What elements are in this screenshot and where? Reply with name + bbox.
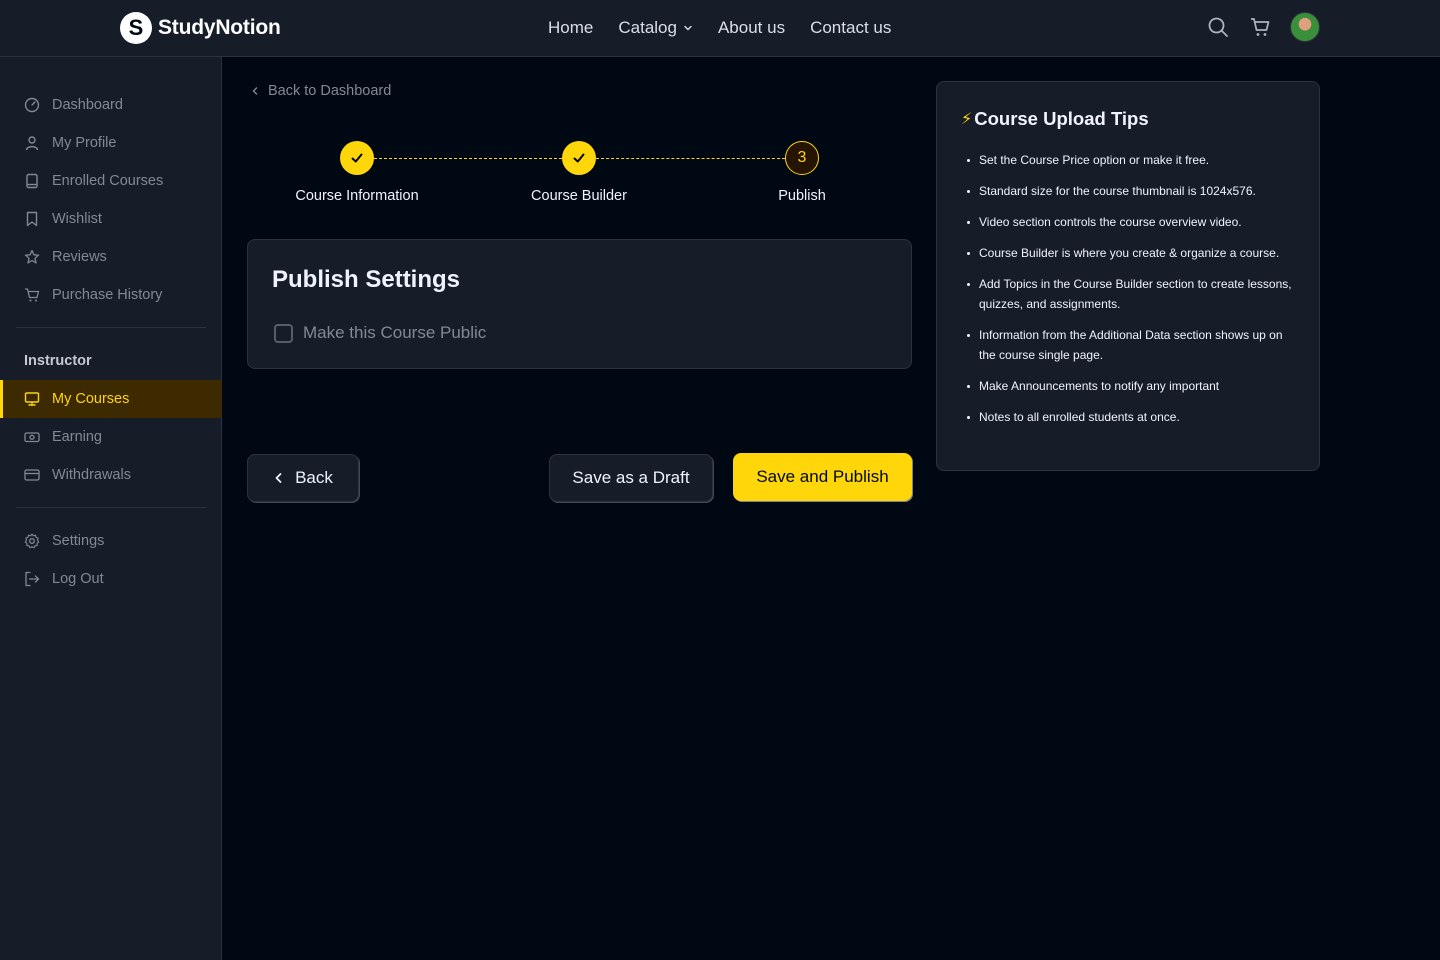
sidebar-item-label: My Profile (52, 135, 117, 151)
check-icon (351, 153, 363, 163)
step-label-course-information: Course Information (295, 188, 419, 204)
sidebar-item-label: Wishlist (52, 211, 102, 227)
monitor-icon (24, 391, 40, 407)
chevron-left-icon (275, 473, 282, 483)
sidebar-item-label: Withdrawals (52, 467, 131, 483)
chevron-left-icon (252, 87, 258, 95)
check-icon (573, 153, 585, 163)
back-to-dashboard-link[interactable]: Back to Dashboard (250, 83, 391, 99)
nav-catalog-label: Catalog (618, 18, 677, 37)
main-nav: Home Catalog About us Contact us (548, 18, 891, 38)
back-button-label: Back (295, 468, 333, 487)
make-public-label: Make this Course Public (303, 323, 487, 342)
cart-icon[interactable] (1248, 15, 1272, 39)
sidebar-item-label: Earning (52, 429, 102, 445)
gear-icon (24, 533, 40, 549)
user-icon (24, 135, 40, 151)
sidebar-item-reviews[interactable]: Reviews (0, 238, 222, 276)
nav-about[interactable]: About us (718, 18, 785, 38)
tip-item: Video section controls the course overvi… (967, 212, 1297, 232)
sidebar-item-dashboard[interactable]: Dashboard (0, 86, 222, 124)
sidebar-divider (16, 327, 206, 328)
gauge-icon (24, 97, 40, 113)
search-icon[interactable] (1206, 15, 1230, 39)
back-button[interactable]: Back (247, 454, 359, 502)
save-publish-label: Save and Publish (756, 467, 889, 486)
save-draft-label: Save as a Draft (572, 468, 690, 487)
save-draft-button[interactable]: Save as a Draft (549, 454, 713, 502)
nav-home[interactable]: Home (548, 18, 593, 38)
tip-item: Set the Course Price option or make it f… (967, 150, 1297, 170)
step-connector (374, 158, 562, 159)
book-icon (24, 173, 40, 189)
publish-settings-title: Publish Settings (272, 266, 461, 293)
tips-title-text: Course Upload Tips (974, 108, 1149, 129)
step-2-check (562, 141, 596, 175)
make-public-option[interactable]: Make this Course Public (274, 323, 486, 343)
sidebar-heading-instructor: Instructor (24, 353, 92, 369)
tip-item: Course Builder is where you create & org… (967, 243, 1297, 263)
step-label-publish: Publish (778, 188, 826, 204)
step-1-check (340, 141, 374, 175)
back-link-label: Back to Dashboard (268, 83, 392, 99)
sidebar-item-earning[interactable]: Earning (0, 418, 222, 456)
sidebar-item-label: Purchase History (52, 287, 163, 303)
logo-icon: S (120, 12, 152, 44)
step-connector (596, 158, 785, 159)
sidebar-item-wishlist[interactable]: Wishlist (0, 200, 222, 238)
tip-item: Add Topics in the Course Builder section… (967, 274, 1297, 314)
publish-settings-card: Publish Settings Make this Course Public (247, 239, 912, 369)
make-public-checkbox[interactable] (274, 323, 293, 343)
avatar[interactable] (1290, 12, 1320, 42)
logout-icon (24, 571, 40, 587)
nav-contact[interactable]: Contact us (810, 18, 891, 38)
sidebar-item-label: Dashboard (52, 97, 123, 113)
bookmark-icon (24, 211, 40, 227)
sidebar-item-label: Reviews (52, 249, 107, 265)
chevron-down-icon (684, 25, 692, 31)
tip-item: Information from the Additional Data sec… (967, 325, 1297, 365)
lightning-icon: ⚡ (961, 111, 973, 128)
star-icon (24, 249, 40, 265)
sidebar-item-purchase-history[interactable]: Purchase History (0, 276, 222, 314)
step-label-course-builder: Course Builder (531, 188, 627, 204)
tip-item: Notes to all enrolled students at once. (967, 407, 1297, 427)
sidebar-item-settings[interactable]: Settings (0, 522, 222, 560)
cart-icon (24, 287, 40, 303)
brand-name: StudyNotion (158, 16, 281, 39)
sidebar-item-my-profile[interactable]: My Profile (0, 124, 222, 162)
tips-title: ⚡ Course Upload Tips (961, 108, 1149, 130)
step-3-number: 3 (785, 141, 819, 175)
sidebar-item-my-courses[interactable]: My Courses (0, 380, 222, 418)
sidebar-item-withdrawals[interactable]: Withdrawals (0, 456, 222, 494)
sidebar-item-label: Settings (52, 533, 105, 549)
money-icon (24, 429, 40, 445)
card-icon (24, 467, 40, 483)
brand-logo[interactable]: S StudyNotion (120, 11, 281, 45)
top-navbar: S StudyNotion Home Catalog About us Cont… (0, 0, 1440, 57)
sidebar-item-log-out[interactable]: Log Out (0, 560, 222, 598)
sidebar-item-label: My Courses (52, 391, 130, 407)
tip-item: Standard size for the course thumbnail i… (967, 181, 1297, 201)
sidebar: Dashboard My Profile Enrolled Courses Wi… (0, 57, 222, 960)
nav-catalog[interactable]: Catalog (618, 18, 693, 38)
sidebar-item-label: Log Out (52, 571, 104, 587)
tip-item: Make Announcements to notify any importa… (967, 376, 1297, 396)
tips-list: Set the Course Price option or make it f… (967, 150, 1297, 438)
sidebar-divider (16, 507, 206, 508)
course-stepper: 3 Course Information Course Builder Publ… (247, 140, 912, 210)
course-upload-tips: ⚡ Course Upload Tips Set the Course Pric… (936, 81, 1320, 471)
nav-actions (1206, 12, 1320, 42)
save-and-publish-button[interactable]: Save and Publish (733, 453, 912, 501)
sidebar-item-enrolled-courses[interactable]: Enrolled Courses (0, 162, 222, 200)
sidebar-item-label: Enrolled Courses (52, 173, 164, 189)
